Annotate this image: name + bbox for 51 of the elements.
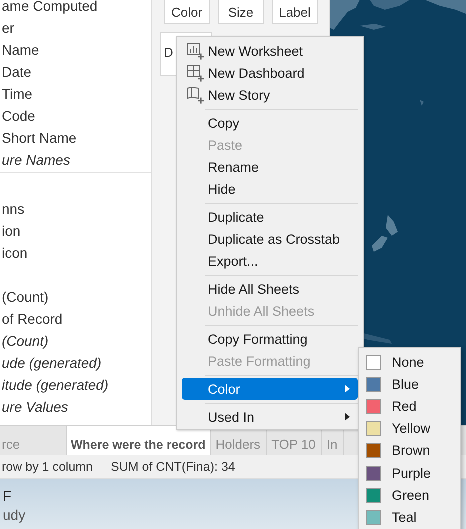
menu-item[interactable]: Yellow [362,418,457,440]
menu-item[interactable]: Blue [362,373,457,396]
field-name[interactable]: ude (generated) [0,352,102,374]
field-name[interactable]: Name [0,39,40,61]
field-name[interactable]: Code [0,105,36,127]
sheet-tab[interactable]: Where were the record [67,426,211,455]
field-name[interactable]: ure Names [0,149,70,171]
field-name[interactable]: itude (generated) [0,374,109,396]
menu-item[interactable]: Duplicate [182,206,358,228]
field-name[interactable]: Date [0,61,32,83]
book-add-icon [186,86,204,104]
marks-button[interactable]: Color [164,0,210,24]
menu-item[interactable]: Red [362,395,457,418]
menu-item[interactable]: Color [182,378,358,400]
field-name[interactable]: ion [0,220,21,242]
submenu-arrow-icon [345,385,350,393]
submenu-arrow-icon [345,413,350,421]
menu-item[interactable]: Used In [182,406,358,428]
field-name[interactable]: Short Name [0,127,77,149]
menu-item[interactable]: Purple [362,462,457,484]
field-name[interactable]: nns [0,198,25,220]
status-text: row by 1 column [2,460,94,474]
field-name[interactable]: of Record [0,308,63,330]
menu-item[interactable]: New Story [182,84,358,106]
menu-item[interactable]: Hide [182,178,358,200]
notification-text: F [3,487,12,506]
menu-item[interactable]: Teal [362,506,457,528]
menu-item[interactable]: Brown [362,440,457,462]
menu-item[interactable]: Copy [182,112,358,134]
field-name[interactable]: icon [0,242,28,264]
notification-text: udy [3,506,26,525]
menu-item[interactable]: Export... [182,250,358,272]
menu-item[interactable]: Rename [182,156,358,178]
menu-item[interactable]: Hide All Sheets [182,278,358,300]
marks-button[interactable]: Size [218,0,264,24]
field-name[interactable]: (Count) [0,330,49,352]
field-name[interactable]: Time [0,83,33,105]
menu-item[interactable]: New Dashboard [182,62,358,84]
marks-button[interactable]: Label [272,0,318,24]
field-name[interactable]: (Count) [0,286,49,308]
dashboard-add-icon [186,64,204,82]
menu-item[interactable]: Duplicate as Crosstab [182,228,358,250]
status-text: SUM of CNT(Fina): 34 [111,460,236,474]
menu-item[interactable]: Copy Formatting [182,328,358,350]
menu-item[interactable]: Green [362,484,457,506]
menu-item[interactable]: New Worksheet [182,40,358,62]
field-name[interactable]: er [0,17,14,39]
field-name[interactable]: ure Values [0,396,68,418]
field-name[interactable]: ame Computed [0,0,98,17]
worksheet-add-icon [186,42,204,60]
menu-item[interactable]: None [362,351,457,374]
